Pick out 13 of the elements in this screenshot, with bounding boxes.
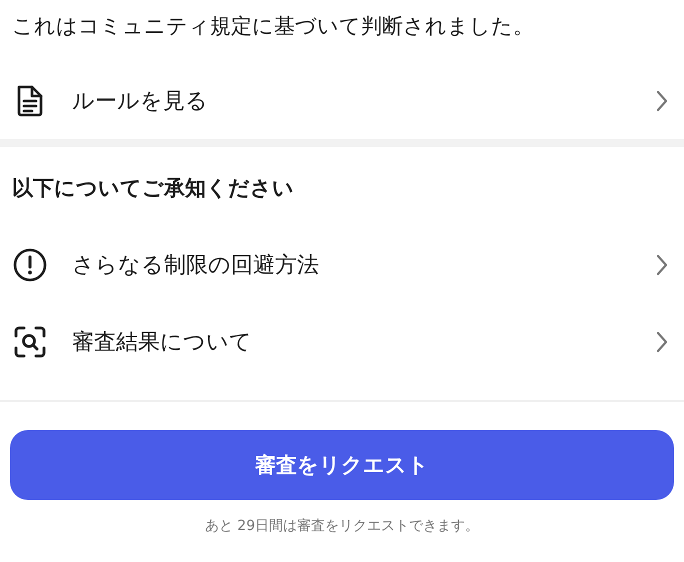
request-review-button[interactable]: 審査をリクエスト bbox=[10, 430, 674, 500]
list-item[interactable]: さらなる制限の回避方法 bbox=[0, 226, 684, 303]
list-item[interactable]: ルールを見る bbox=[0, 62, 684, 139]
list-item[interactable]: 審査結果について bbox=[0, 303, 684, 380]
chevron-right-icon bbox=[656, 90, 668, 112]
notice-text: これはコミュニティ規定に基づいて判断されました。 bbox=[11, 13, 535, 40]
alert-icon bbox=[13, 248, 47, 282]
document-icon bbox=[15, 84, 45, 118]
scan-search-icon bbox=[13, 324, 47, 358]
footnote-text: あと 29日間は審査をリクエストできます。 bbox=[204, 517, 480, 535]
chevron-right-icon bbox=[656, 254, 668, 276]
section-heading: 以下についてご承知ください bbox=[11, 175, 295, 202]
chevron-right-icon bbox=[656, 330, 668, 352]
